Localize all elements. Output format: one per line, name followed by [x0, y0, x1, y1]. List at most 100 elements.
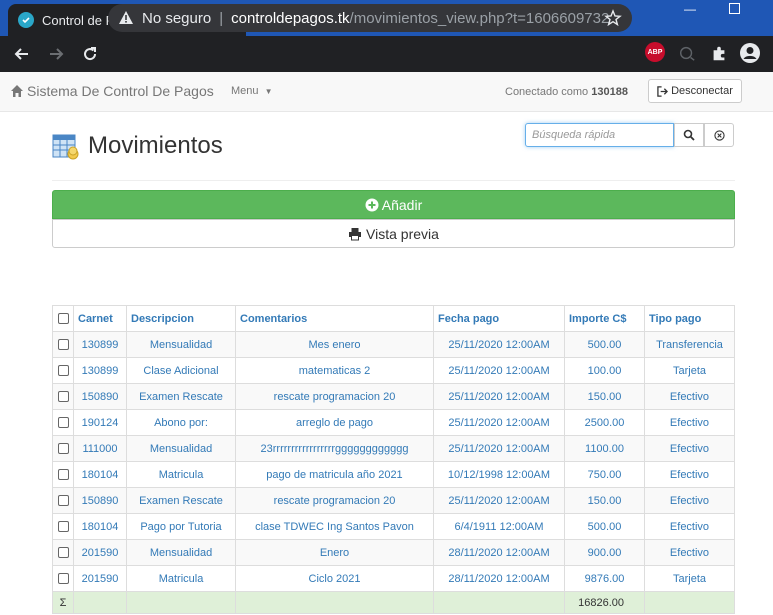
header-descripcion[interactable]: Descripcion: [126, 305, 236, 332]
cell-descripcion[interactable]: Clase Adicional: [126, 357, 236, 384]
cell-comentarios[interactable]: Enero: [235, 539, 434, 566]
table-row[interactable]: 130899 Clase Adicional matematicas 2 25/…: [52, 357, 735, 384]
cell-importe[interactable]: 900.00: [564, 539, 645, 566]
row-checkbox[interactable]: [57, 339, 69, 351]
cell-tipo-pago[interactable]: Tarjeta: [644, 357, 735, 384]
table-row[interactable]: 201590 Mensualidad Enero 28/11/2020 12:0…: [52, 539, 735, 566]
cell-tipo-pago[interactable]: Efectivo: [644, 461, 735, 488]
cell-comentarios[interactable]: clase TDWEC Ing Santos Pavon: [235, 513, 434, 540]
cell-fecha-pago[interactable]: 10/12/1998 12:00AM: [433, 461, 565, 488]
cell-carnet[interactable]: 201590: [73, 539, 127, 566]
cell-importe[interactable]: 100.00: [564, 357, 645, 384]
table-row[interactable]: 150890 Examen Rescate rescate programaci…: [52, 383, 735, 410]
row-checkbox[interactable]: [57, 443, 69, 455]
row-checkbox[interactable]: [57, 521, 69, 533]
cell-fecha-pago[interactable]: 25/11/2020 12:00AM: [433, 435, 565, 462]
cell-tipo-pago[interactable]: Transferencia: [644, 331, 735, 358]
cell-comentarios[interactable]: Mes enero: [235, 331, 434, 358]
add-button[interactable]: Añadir: [52, 190, 735, 219]
cell-carnet[interactable]: 130899: [73, 357, 127, 384]
row-checkbox[interactable]: [57, 469, 69, 481]
adblock-extension-icon[interactable]: ABP: [645, 42, 665, 62]
select-all-checkbox[interactable]: [57, 313, 69, 325]
cell-descripcion[interactable]: Mensualidad: [126, 435, 236, 462]
cell-descripcion[interactable]: Matricula: [126, 461, 236, 488]
clear-search-button[interactable]: [704, 123, 734, 147]
quick-search-input[interactable]: [525, 123, 674, 147]
cell-tipo-pago[interactable]: Efectivo: [644, 435, 735, 462]
puzzle-extensions-icon[interactable]: [708, 42, 730, 64]
cell-descripcion[interactable]: Mensualidad: [126, 331, 236, 358]
profile-avatar-icon[interactable]: [739, 42, 761, 64]
header-importe[interactable]: Importe C$: [564, 305, 645, 332]
minimize-icon[interactable]: —: [683, 2, 697, 16]
print-preview-button[interactable]: Vista previa: [52, 219, 735, 248]
cell-tipo-pago[interactable]: Efectivo: [644, 487, 735, 514]
cell-carnet[interactable]: 201590: [73, 565, 127, 592]
table-row[interactable]: 180104 Pago por Tutoria clase TDWEC Ing …: [52, 513, 735, 540]
cell-descripcion[interactable]: Mensualidad: [126, 539, 236, 566]
cell-fecha-pago[interactable]: 25/11/2020 12:00AM: [433, 409, 565, 436]
cell-comentarios[interactable]: matematicas 2: [235, 357, 434, 384]
row-checkbox[interactable]: [57, 573, 69, 585]
table-row[interactable]: 190124 Abono por: arreglo de pago 25/11/…: [52, 409, 735, 436]
cell-descripcion[interactable]: Pago por Tutoria: [126, 513, 236, 540]
row-checkbox[interactable]: [57, 417, 69, 429]
cell-descripcion[interactable]: Abono por:: [126, 409, 236, 436]
cell-importe[interactable]: 9876.00: [564, 565, 645, 592]
header-tipo-pago[interactable]: Tipo pago: [644, 305, 735, 332]
table-row[interactable]: 150890 Examen Rescate rescate programaci…: [52, 487, 735, 514]
cell-comentarios[interactable]: pago de matricula año 2021: [235, 461, 434, 488]
reload-icon[interactable]: [76, 40, 104, 68]
cell-comentarios[interactable]: Ciclo 2021: [235, 565, 434, 592]
cell-comentarios[interactable]: 23rrrrrrrrrrrrrrrrrgggggggggggg: [235, 435, 434, 462]
cell-tipo-pago[interactable]: Efectivo: [644, 383, 735, 410]
bookmark-star-icon[interactable]: [604, 9, 622, 27]
table-row[interactable]: 180104 Matricula pago de matricula año 2…: [52, 461, 735, 488]
row-checkbox[interactable]: [57, 391, 69, 403]
table-row[interactable]: 111000 Mensualidad 23rrrrrrrrrrrrrrrrrgg…: [52, 435, 735, 462]
cell-fecha-pago[interactable]: 25/11/2020 12:00AM: [433, 331, 565, 358]
cell-carnet[interactable]: 130899: [73, 331, 127, 358]
cell-fecha-pago[interactable]: 25/11/2020 12:00AM: [433, 383, 565, 410]
cell-tipo-pago[interactable]: Efectivo: [644, 539, 735, 566]
table-row[interactable]: 130899 Mensualidad Mes enero 25/11/2020 …: [52, 331, 735, 358]
cell-comentarios[interactable]: arreglo de pago: [235, 409, 434, 436]
cell-carnet[interactable]: 150890: [73, 383, 127, 410]
cell-fecha-pago[interactable]: 25/11/2020 12:00AM: [433, 487, 565, 514]
cell-importe[interactable]: 2500.00: [564, 409, 645, 436]
cell-fecha-pago[interactable]: 25/11/2020 12:00AM: [433, 357, 565, 384]
cell-importe[interactable]: 1100.00: [564, 435, 645, 462]
header-comentarios[interactable]: Comentarios: [235, 305, 434, 332]
cell-comentarios[interactable]: rescate programacion 20: [235, 487, 434, 514]
cell-importe[interactable]: 500.00: [564, 331, 645, 358]
cell-descripcion[interactable]: Examen Rescate: [126, 487, 236, 514]
cell-carnet[interactable]: 190124: [73, 409, 127, 436]
cell-descripcion[interactable]: Examen Rescate: [126, 383, 236, 410]
search-button[interactable]: [674, 123, 704, 147]
cell-carnet[interactable]: 180104: [73, 461, 127, 488]
cell-tipo-pago[interactable]: Efectivo: [644, 513, 735, 540]
table-row[interactable]: 201590 Matricula Ciclo 2021 28/11/2020 1…: [52, 565, 735, 592]
cell-fecha-pago[interactable]: 6/4/1911 12:00AM: [433, 513, 565, 540]
cell-tipo-pago[interactable]: Efectivo: [644, 409, 735, 436]
menu-dropdown[interactable]: Menu ▼: [231, 85, 273, 97]
cell-carnet[interactable]: 180104: [73, 513, 127, 540]
cell-importe[interactable]: 500.00: [564, 513, 645, 540]
row-checkbox[interactable]: [57, 495, 69, 507]
warning-icon[interactable]: [118, 10, 134, 26]
cell-importe[interactable]: 150.00: [564, 383, 645, 410]
cell-carnet[interactable]: 111000: [73, 435, 127, 462]
row-checkbox[interactable]: [57, 365, 69, 377]
maximize-icon[interactable]: [729, 3, 740, 14]
extension-icon[interactable]: [676, 42, 698, 64]
cell-carnet[interactable]: 150890: [73, 487, 127, 514]
cell-importe[interactable]: 150.00: [564, 487, 645, 514]
app-brand[interactable]: Sistema De Control De Pagos: [10, 83, 214, 99]
back-icon[interactable]: [8, 40, 36, 68]
header-fecha-pago[interactable]: Fecha pago: [433, 305, 565, 332]
logout-button[interactable]: Desconectar: [648, 79, 742, 103]
forward-icon[interactable]: [42, 40, 70, 68]
header-carnet[interactable]: Carnet: [73, 305, 127, 332]
cell-importe[interactable]: 750.00: [564, 461, 645, 488]
